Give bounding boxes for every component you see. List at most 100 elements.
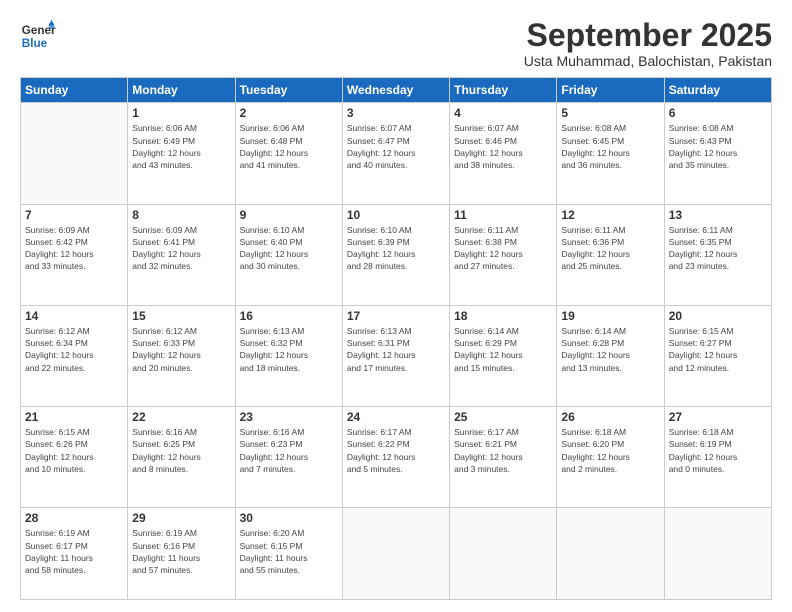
day-number: 27 <box>669 410 767 424</box>
day-number: 13 <box>669 208 767 222</box>
day-number: 18 <box>454 309 552 323</box>
table-row: 9 Sunrise: 6:10 AM Sunset: 6:40 PM Daylig… <box>235 204 342 305</box>
table-row: 6 Sunrise: 6:08 AM Sunset: 6:43 PM Daylig… <box>664 103 771 204</box>
table-row: 7Sunrise: 6:09 AM Sunset: 6:42 PM Daylig… <box>21 204 128 305</box>
day-number: 30 <box>240 511 338 525</box>
day-number: 10 <box>347 208 445 222</box>
table-row: 28 Sunrise: 6:19 AM Sunset: 6:17 PM Dayli… <box>21 508 128 600</box>
day-info: Sunrise: 6:20 AM Sunset: 6:15 PM Dayligh… <box>240 527 338 576</box>
day-info: Sunrise: 6:12 AM Sunset: 6:33 PM Dayligh… <box>132 325 230 374</box>
day-number: 2 <box>240 106 338 120</box>
day-number: 17 <box>347 309 445 323</box>
col-thursday: Thursday <box>450 78 557 103</box>
calendar-table: Sunday Monday Tuesday Wednesday Thursday… <box>20 77 772 600</box>
day-number: 6 <box>669 106 767 120</box>
day-info: Sunrise: 6:11 AM Sunset: 6:38 PM Dayligh… <box>454 224 552 273</box>
day-number: 25 <box>454 410 552 424</box>
page: General Blue September 2025 Usta Muhamma… <box>0 0 792 612</box>
day-info: Sunrise: 6:14 AM Sunset: 6:28 PM Dayligh… <box>561 325 659 374</box>
table-row: 14 Sunrise: 6:12 AM Sunset: 6:34 PM Dayli… <box>21 305 128 406</box>
header: General Blue September 2025 Usta Muhamma… <box>20 18 772 69</box>
day-number: 9 <box>240 208 338 222</box>
month-title: September 2025 <box>524 18 772 53</box>
col-sunday: Sunday <box>21 78 128 103</box>
table-row: 17 Sunrise: 6:13 AM Sunset: 6:31 PM Dayli… <box>342 305 449 406</box>
logo-icon: General Blue <box>20 18 56 54</box>
day-info: Sunrise: 6:10 AM Sunset: 6:40 PM Dayligh… <box>240 224 338 273</box>
day-info: Sunrise: 6:12 AM Sunset: 6:34 PM Dayligh… <box>25 325 123 374</box>
table-row: 19 Sunrise: 6:14 AM Sunset: 6:28 PM Dayli… <box>557 305 664 406</box>
table-row: 29Sunrise: 6:19 AM Sunset: 6:16 PM Dayli… <box>128 508 235 600</box>
day-number: 20 <box>669 309 767 323</box>
col-tuesday: Tuesday <box>235 78 342 103</box>
table-row: 2 Sunrise: 6:06 AM Sunset: 6:48 PM Daylig… <box>235 103 342 204</box>
table-row: 10 Sunrise: 6:10 AM Sunset: 6:39 PM Dayli… <box>342 204 449 305</box>
day-info: Sunrise: 6:06 AM Sunset: 6:49 PM Dayligh… <box>132 122 230 171</box>
table-row: 30 Sunrise: 6:20 AM Sunset: 6:15 PM Dayli… <box>235 508 342 600</box>
table-row <box>342 508 449 600</box>
day-info: Sunrise: 6:08 AM Sunset: 6:45 PM Dayligh… <box>561 122 659 171</box>
table-row: 20 Sunrise: 6:15 AM Sunset: 6:27 PM Dayli… <box>664 305 771 406</box>
day-info: Sunrise: 6:16 AM Sunset: 6:23 PM Dayligh… <box>240 426 338 475</box>
day-info: Sunrise: 6:11 AM Sunset: 6:35 PM Dayligh… <box>669 224 767 273</box>
day-info: Sunrise: 6:15 AM Sunset: 6:26 PM Dayligh… <box>25 426 123 475</box>
svg-text:Blue: Blue <box>22 37 48 50</box>
table-row: 13 Sunrise: 6:11 AM Sunset: 6:35 PM Dayli… <box>664 204 771 305</box>
table-row: 8 Sunrise: 6:09 AM Sunset: 6:41 PM Daylig… <box>128 204 235 305</box>
day-number: 28 <box>25 511 123 525</box>
day-info: Sunrise: 6:07 AM Sunset: 6:47 PM Dayligh… <box>347 122 445 171</box>
day-number: 1 <box>132 106 230 120</box>
table-row: 3Sunrise: 6:07 AM Sunset: 6:47 PM Daylig… <box>342 103 449 204</box>
table-row: 25 Sunrise: 6:17 AM Sunset: 6:21 PM Dayli… <box>450 407 557 508</box>
day-info: Sunrise: 6:17 AM Sunset: 6:21 PM Dayligh… <box>454 426 552 475</box>
day-info: Sunrise: 6:19 AM Sunset: 6:17 PM Dayligh… <box>25 527 123 576</box>
location: Usta Muhammad, Balochistan, Pakistan <box>524 53 772 69</box>
col-monday: Monday <box>128 78 235 103</box>
day-info: Sunrise: 6:11 AM Sunset: 6:36 PM Dayligh… <box>561 224 659 273</box>
day-info: Sunrise: 6:07 AM Sunset: 6:46 PM Dayligh… <box>454 122 552 171</box>
day-info: Sunrise: 6:10 AM Sunset: 6:39 PM Dayligh… <box>347 224 445 273</box>
table-row: 16 Sunrise: 6:13 AM Sunset: 6:32 PM Dayli… <box>235 305 342 406</box>
col-saturday: Saturday <box>664 78 771 103</box>
col-friday: Friday <box>557 78 664 103</box>
day-info: Sunrise: 6:18 AM Sunset: 6:20 PM Dayligh… <box>561 426 659 475</box>
header-row: Sunday Monday Tuesday Wednesday Thursday… <box>21 78 772 103</box>
day-info: Sunrise: 6:17 AM Sunset: 6:22 PM Dayligh… <box>347 426 445 475</box>
day-info: Sunrise: 6:14 AM Sunset: 6:29 PM Dayligh… <box>454 325 552 374</box>
table-row <box>450 508 557 600</box>
table-row: 1 Sunrise: 6:06 AM Sunset: 6:49 PM Daylig… <box>128 103 235 204</box>
day-number: 5 <box>561 106 659 120</box>
day-info: Sunrise: 6:09 AM Sunset: 6:42 PM Dayligh… <box>25 224 123 273</box>
table-row: 11 Sunrise: 6:11 AM Sunset: 6:38 PM Dayli… <box>450 204 557 305</box>
table-row: 22Sunrise: 6:16 AM Sunset: 6:25 PM Dayli… <box>128 407 235 508</box>
day-number: 14 <box>25 309 123 323</box>
table-row <box>557 508 664 600</box>
day-number: 16 <box>240 309 338 323</box>
day-number: 8 <box>132 208 230 222</box>
title-block: September 2025 Usta Muhammad, Balochista… <box>524 18 772 69</box>
day-number: 19 <box>561 309 659 323</box>
table-row: 12 Sunrise: 6:11 AM Sunset: 6:36 PM Dayli… <box>557 204 664 305</box>
day-number: 21 <box>25 410 123 424</box>
day-number: 15 <box>132 309 230 323</box>
col-wednesday: Wednesday <box>342 78 449 103</box>
table-row: 26Sunrise: 6:18 AM Sunset: 6:20 PM Dayli… <box>557 407 664 508</box>
day-info: Sunrise: 6:13 AM Sunset: 6:31 PM Dayligh… <box>347 325 445 374</box>
day-info: Sunrise: 6:06 AM Sunset: 6:48 PM Dayligh… <box>240 122 338 171</box>
table-row: 4 Sunrise: 6:07 AM Sunset: 6:46 PM Daylig… <box>450 103 557 204</box>
table-row: 24 Sunrise: 6:17 AM Sunset: 6:22 PM Dayli… <box>342 407 449 508</box>
day-number: 12 <box>561 208 659 222</box>
table-row: 15 Sunrise: 6:12 AM Sunset: 6:33 PM Dayli… <box>128 305 235 406</box>
table-row <box>21 103 128 204</box>
day-number: 24 <box>347 410 445 424</box>
logo: General Blue <box>20 18 60 54</box>
day-info: Sunrise: 6:13 AM Sunset: 6:32 PM Dayligh… <box>240 325 338 374</box>
day-info: Sunrise: 6:09 AM Sunset: 6:41 PM Dayligh… <box>132 224 230 273</box>
day-info: Sunrise: 6:08 AM Sunset: 6:43 PM Dayligh… <box>669 122 767 171</box>
day-number: 29 <box>132 511 230 525</box>
day-number: 23 <box>240 410 338 424</box>
table-row: 21 Sunrise: 6:15 AM Sunset: 6:26 PM Dayli… <box>21 407 128 508</box>
day-info: Sunrise: 6:15 AM Sunset: 6:27 PM Dayligh… <box>669 325 767 374</box>
day-number: 11 <box>454 208 552 222</box>
day-number: 4 <box>454 106 552 120</box>
